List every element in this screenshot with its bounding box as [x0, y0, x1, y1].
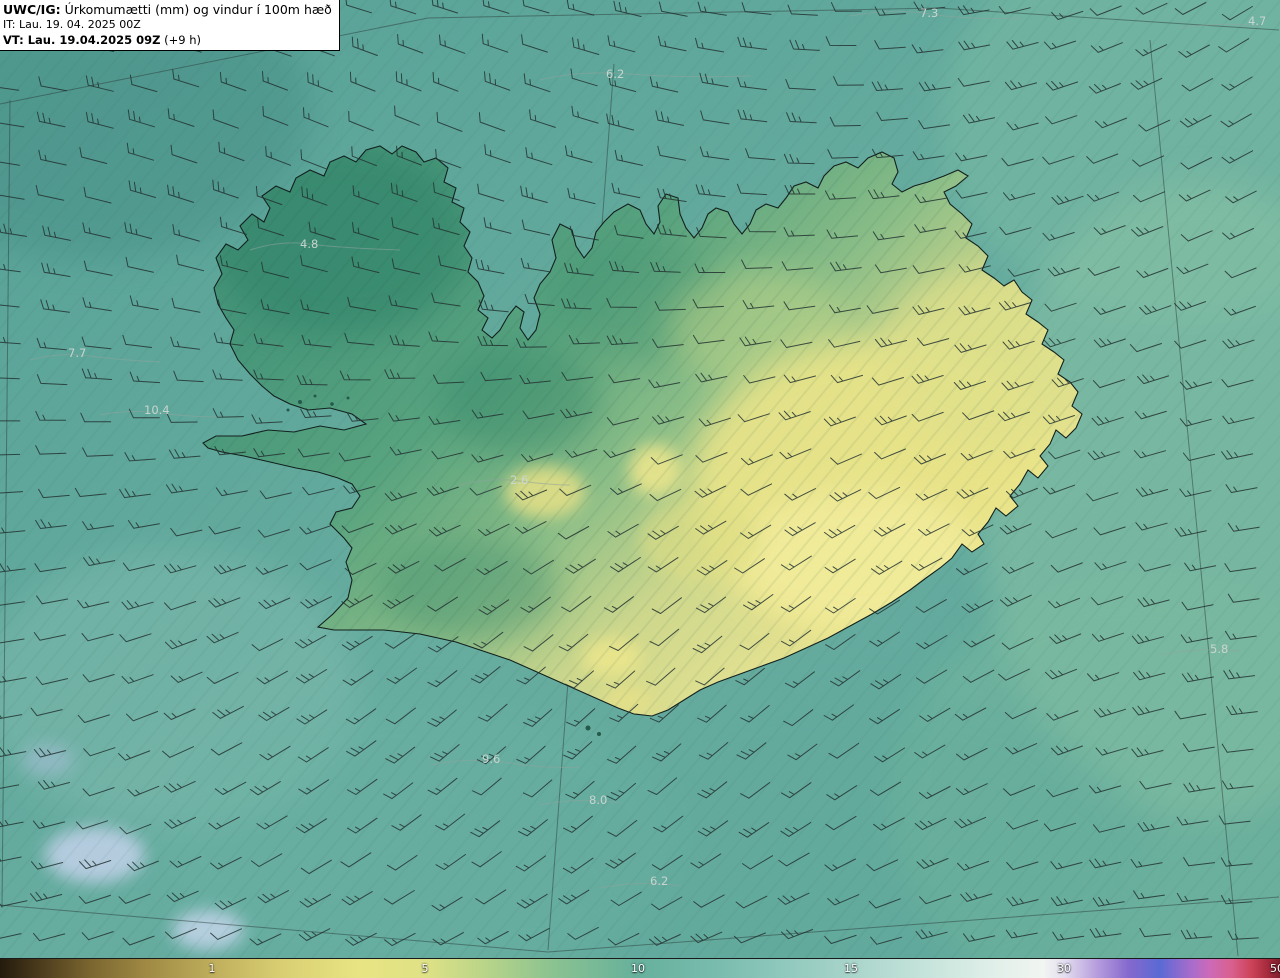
colorbar-tick-15: 15	[844, 962, 858, 975]
contour-label: 5.8	[1210, 642, 1228, 656]
map-canvas: 7.3 4.7 6.2 4.8 7.7 10.4 2.6 5.8 9.6 8.0 6.2	[0, 0, 1280, 958]
colorbar-tick-30: 30	[1057, 962, 1071, 975]
contour-label: 6.2	[606, 67, 624, 81]
map-title: UWC/IG: Úrkomumætti (mm) og vindur í 100…	[3, 2, 332, 17]
weather-map-screenshot: 7.3 4.7 6.2 4.8 7.7 10.4 2.6 5.8 9.6 8.0 6.2 UWC/I…	[0, 0, 1280, 978]
contour-label: 4.8	[300, 237, 318, 251]
contour-label: 8.0	[589, 793, 607, 807]
title-box: UWC/IG: Úrkomumætti (mm) og vindur í 100…	[0, 0, 340, 52]
valid-time: VT: Lau. 19.04.2025 09Z (+9 h)	[3, 32, 201, 47]
contour-label: 7.7	[68, 346, 86, 360]
contour-label: 4.7	[1248, 14, 1266, 28]
contour-label: 6.2	[650, 874, 668, 888]
init-time: IT: Lau. 19. 04. 2025 00Z	[3, 18, 141, 32]
contour-label: 9.6	[482, 752, 500, 766]
colorbar-tick-10: 10	[631, 962, 645, 975]
colorbar-tick-50: 50	[1270, 962, 1280, 975]
colorbar-tick-1: 1	[208, 962, 216, 975]
precipitation-colorbar: 1510153050	[0, 958, 1280, 978]
contour-label: 10.4	[144, 403, 170, 417]
contour-label: 7.3	[920, 6, 938, 20]
map-area: 7.3 4.7 6.2 4.8 7.7 10.4 2.6 5.8 9.6 8.0 6.2	[0, 0, 1280, 958]
contour-label: 2.6	[510, 473, 528, 487]
colorbar-tick-5: 5	[421, 962, 429, 975]
